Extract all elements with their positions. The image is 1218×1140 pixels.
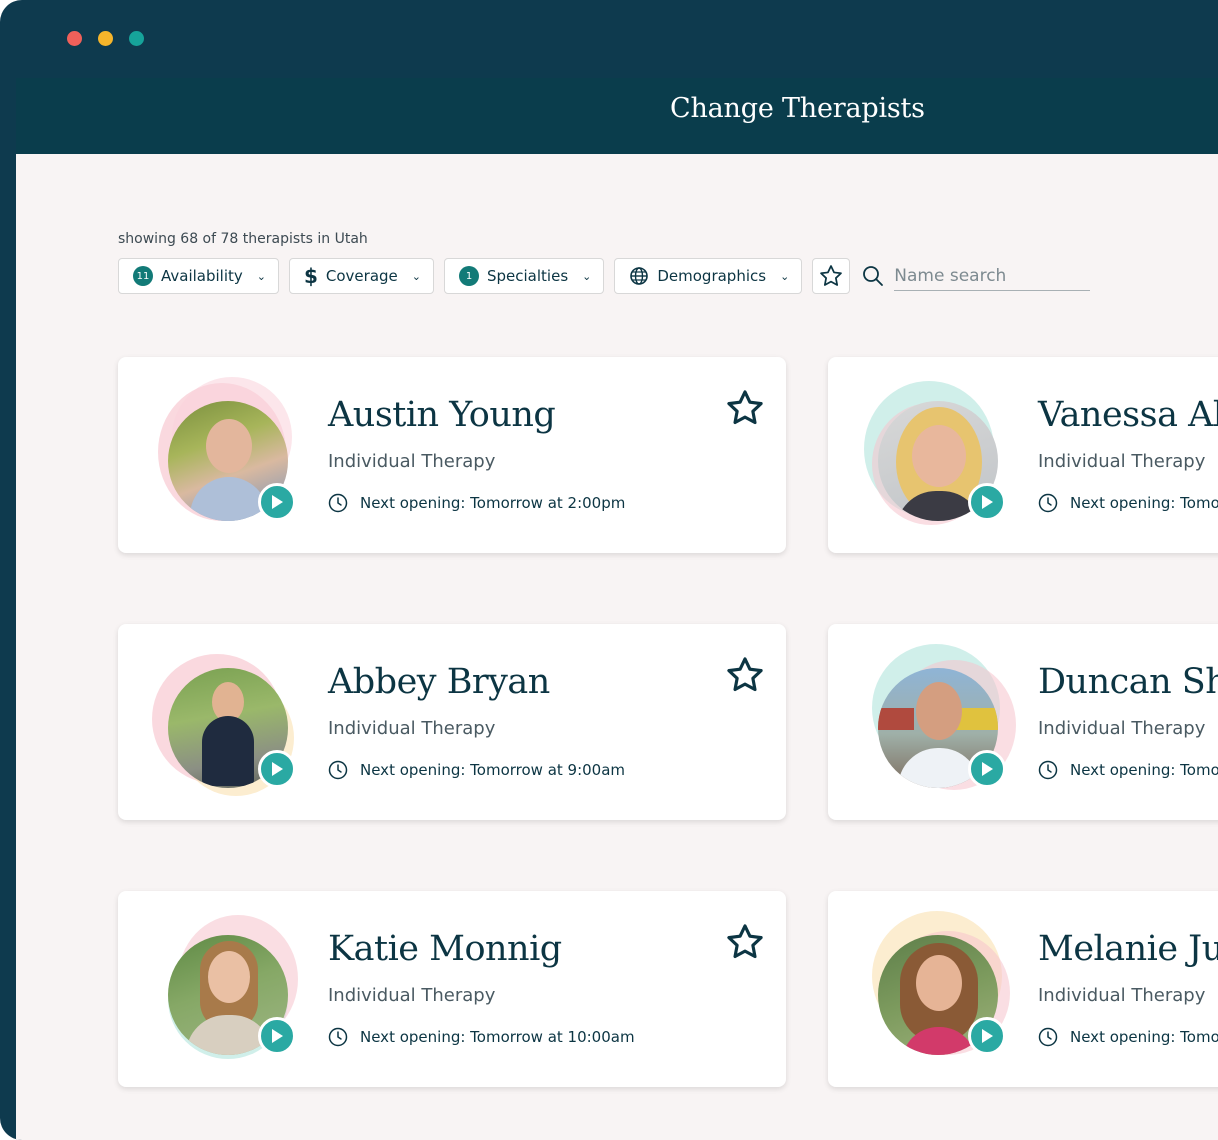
coverage-filter-label: Coverage xyxy=(325,267,398,285)
specialties-filter[interactable]: 1 Specialties ⌄ xyxy=(444,258,605,294)
demographics-filter-label: Demographics xyxy=(657,267,767,285)
specialties-filter-label: Specialties xyxy=(487,267,569,285)
header-bar xyxy=(16,78,1218,154)
play-icon xyxy=(272,1029,283,1043)
therapy-type: Individual Therapy xyxy=(1038,451,1206,472)
play-video-button[interactable] xyxy=(968,483,1006,521)
play-icon xyxy=(982,1029,993,1043)
minimize-dot[interactable] xyxy=(98,31,113,46)
next-opening-text: Next opening: Tomorrow at 2:00pm xyxy=(360,494,626,512)
maximize-dot[interactable] xyxy=(129,31,144,46)
clock-icon xyxy=(1038,493,1058,513)
avatar xyxy=(152,911,302,1061)
therapist-name: Katie Monnig xyxy=(328,929,562,969)
page-title: Change Therapists xyxy=(670,93,925,124)
favorite-star-icon[interactable] xyxy=(724,654,766,696)
therapy-type: Individual Therapy xyxy=(1038,985,1206,1006)
therapy-type: Individual Therapy xyxy=(328,451,496,472)
next-opening: Next opening: Tomor xyxy=(1038,1027,1218,1047)
clock-icon xyxy=(328,493,348,513)
next-opening-text: Next opening: Tomor xyxy=(1070,494,1218,512)
avatar xyxy=(862,911,1012,1061)
coverage-filter[interactable]: $ Coverage ⌄ xyxy=(288,258,434,294)
play-video-button[interactable] xyxy=(258,750,296,788)
availability-count-badge: 11 xyxy=(133,266,153,286)
therapist-name: Vanessa Al xyxy=(1038,395,1218,435)
specialties-count-badge: 1 xyxy=(459,266,479,286)
therapist-card[interactable]: Katie Monnig Individual Therapy Next ope… xyxy=(118,891,786,1087)
clock-icon xyxy=(328,760,348,780)
app-window: Change Therapists showing 68 of 78 thera… xyxy=(0,0,1218,1140)
main-content: showing 68 of 78 therapists in Utah 11 A… xyxy=(16,154,1218,1140)
play-video-button[interactable] xyxy=(258,1017,296,1055)
filter-bar: 11 Availability ⌄ $ Coverage ⌄ 1 Special… xyxy=(118,258,1091,294)
availability-filter-label: Availability xyxy=(161,267,243,285)
chevron-down-icon: ⌄ xyxy=(411,269,421,283)
next-opening-text: Next opening: Tomorrow at 10:00am xyxy=(360,1028,635,1046)
play-icon xyxy=(982,762,993,776)
chevron-down-icon: ⌄ xyxy=(780,269,790,283)
play-video-button[interactable] xyxy=(968,750,1006,788)
clock-icon xyxy=(1038,760,1058,780)
globe-icon xyxy=(630,267,649,285)
play-icon xyxy=(272,495,283,509)
therapist-name: Duncan Sh xyxy=(1038,662,1218,702)
search-icon xyxy=(863,266,884,286)
therapy-type: Individual Therapy xyxy=(1038,718,1206,739)
next-opening-text: Next opening: Tomor xyxy=(1070,1028,1218,1046)
therapy-type: Individual Therapy xyxy=(328,985,496,1006)
clock-icon xyxy=(1038,1027,1058,1047)
demographics-filter[interactable]: Demographics ⌄ xyxy=(614,258,803,294)
avatar xyxy=(152,377,302,527)
name-search-input[interactable] xyxy=(894,261,1091,291)
chevron-down-icon: ⌄ xyxy=(582,269,592,283)
therapist-card[interactable]: Vanessa Al Individual Therapy Next openi… xyxy=(828,357,1218,553)
avatar xyxy=(152,644,302,796)
favorite-star-icon[interactable] xyxy=(724,921,766,963)
next-opening: Next opening: Tomorrow at 10:00am xyxy=(328,1027,635,1047)
next-opening: Next opening: Tomor xyxy=(1038,760,1218,780)
play-video-button[interactable] xyxy=(258,483,296,521)
play-icon xyxy=(272,762,283,776)
avatar xyxy=(862,644,1016,794)
next-opening: Next opening: Tomorrow at 2:00pm xyxy=(328,493,625,513)
favorite-star-icon[interactable] xyxy=(724,387,766,429)
therapy-type: Individual Therapy xyxy=(328,718,496,739)
therapist-name: Melanie Ju xyxy=(1038,929,1218,969)
next-opening-text: Next opening: Tomorrow at 9:00am xyxy=(360,761,626,779)
play-icon xyxy=(982,495,993,509)
avatar xyxy=(862,377,1012,527)
therapist-card[interactable]: Austin Young Individual Therapy Next ope… xyxy=(118,357,786,553)
close-dot[interactable] xyxy=(67,31,82,46)
next-opening: Next opening: Tomor xyxy=(1038,493,1218,513)
dollar-icon: $ xyxy=(303,264,318,288)
results-summary: showing 68 of 78 therapists in Utah xyxy=(118,231,368,247)
therapist-name: Abbey Bryan xyxy=(328,662,550,702)
chevron-down-icon: ⌄ xyxy=(256,269,266,283)
favorites-filter-button[interactable] xyxy=(812,258,851,294)
availability-filter[interactable]: 11 Availability ⌄ xyxy=(118,258,279,294)
window-controls xyxy=(67,31,144,46)
next-opening-text: Next opening: Tomor xyxy=(1070,761,1218,779)
therapist-name: Austin Young xyxy=(328,395,556,435)
therapist-card[interactable]: Melanie Ju Individual Therapy Next openi… xyxy=(828,891,1218,1087)
clock-icon xyxy=(328,1027,348,1047)
therapist-card[interactable]: Abbey Bryan Individual Therapy Next open… xyxy=(118,624,786,820)
therapist-card[interactable]: Duncan Sh Individual Therapy Next openin… xyxy=(828,624,1218,820)
play-video-button[interactable] xyxy=(968,1017,1006,1055)
next-opening: Next opening: Tomorrow at 9:00am xyxy=(328,760,625,780)
star-icon xyxy=(820,265,843,286)
